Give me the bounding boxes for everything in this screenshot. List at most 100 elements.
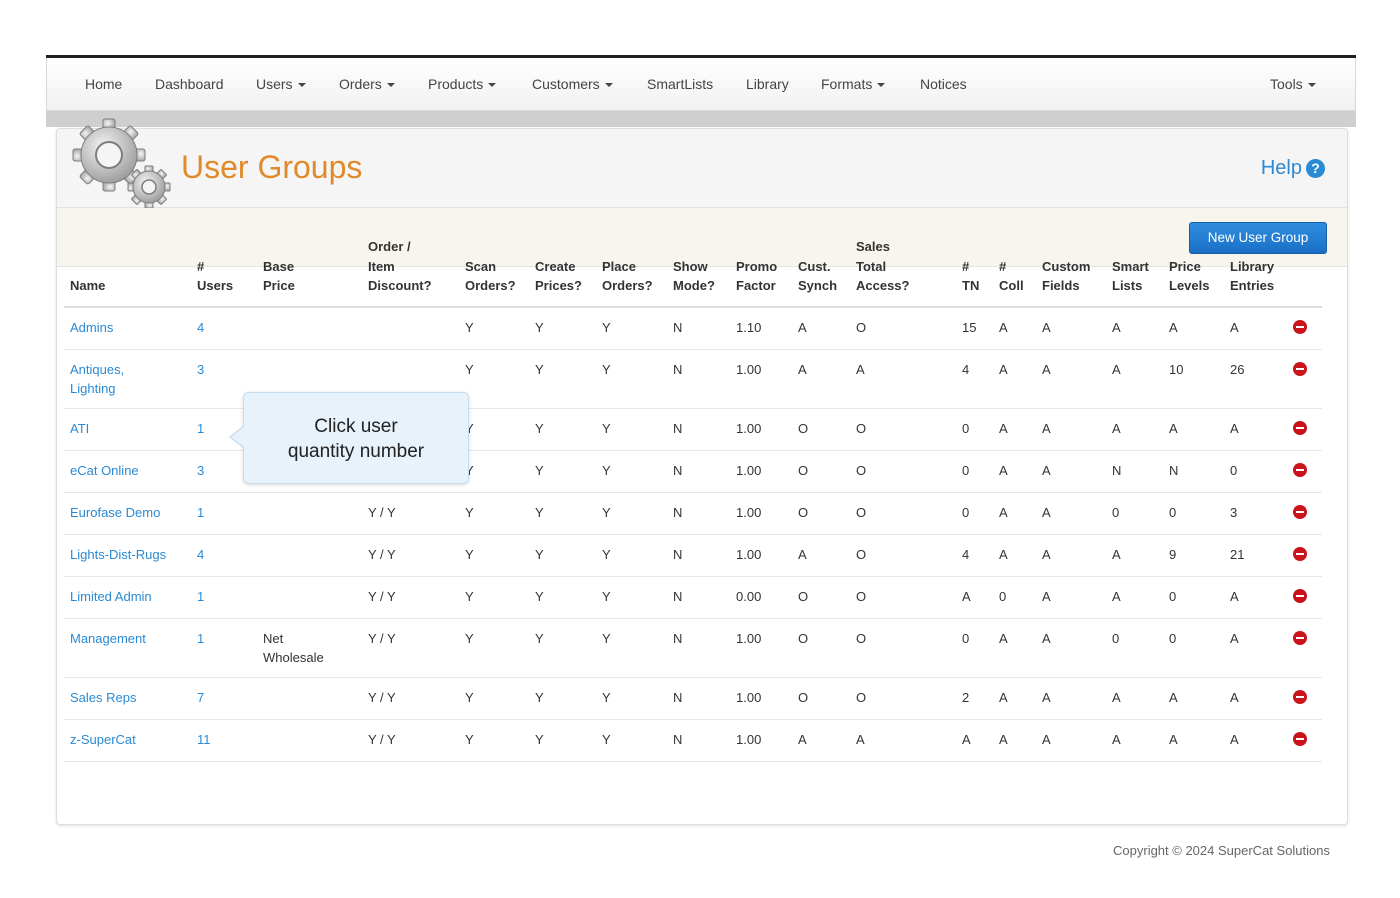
- cell-delete: [1287, 618, 1322, 678]
- nav-users-label: Users: [256, 76, 293, 92]
- cell-tn: 0: [956, 618, 993, 678]
- cell-users: 4: [191, 306, 257, 350]
- cell-scan: Y: [459, 349, 529, 409]
- cell-delete: [1287, 408, 1322, 451]
- table-row: Eurofase Demo 1 Y / Y Y Y Y N 1.00 O O 0 A A 0 0 3: [64, 492, 1322, 535]
- cell-custom: A: [1036, 306, 1106, 350]
- col-sales-line1: Sales: [856, 239, 890, 254]
- nav-tools-menu[interactable]: Tools: [1270, 76, 1316, 92]
- user-count-link[interactable]: 7: [197, 690, 204, 705]
- cell-delete: [1287, 719, 1322, 762]
- cell-cust: A: [792, 306, 850, 350]
- nav-formats-label: Formats: [821, 76, 873, 92]
- nav-home[interactable]: Home: [85, 76, 122, 92]
- delete-icon[interactable]: [1293, 588, 1307, 603]
- nav-formats-menu[interactable]: Formats: [821, 76, 886, 92]
- cell-delete: [1287, 677, 1322, 720]
- user-count-link[interactable]: 1: [197, 631, 204, 646]
- nav-products-menu[interactable]: Products: [428, 76, 497, 92]
- cell-create: Y: [529, 719, 596, 762]
- cell-lib: A: [1224, 408, 1287, 451]
- col-create-line1: Create: [535, 258, 576, 274]
- cell-scan: Y: [459, 450, 529, 493]
- user-count-link[interactable]: 1: [197, 421, 204, 436]
- user-count-link[interactable]: 4: [197, 320, 204, 335]
- nav-library[interactable]: Library: [746, 76, 789, 92]
- cell-lib: A: [1224, 618, 1287, 678]
- group-name-link[interactable]: z-SuperCat: [70, 732, 136, 747]
- group-name-link[interactable]: eCat Online: [70, 463, 139, 478]
- group-name-link[interactable]: Limited Admin: [70, 589, 152, 604]
- cell-users: 4: [191, 534, 257, 577]
- group-name-link[interactable]: Admins: [70, 320, 113, 335]
- delete-icon[interactable]: [1293, 319, 1307, 334]
- col-smart-line2: Lists: [1112, 278, 1143, 293]
- col-base-line2: Price: [263, 278, 295, 293]
- user-count-link[interactable]: 3: [197, 463, 204, 478]
- cell-custom: A: [1036, 618, 1106, 678]
- group-name-link[interactable]: Management: [70, 631, 146, 646]
- cell-promo: 0.00: [730, 576, 792, 619]
- group-name-link[interactable]: Sales Reps: [70, 690, 136, 705]
- cell-tn: A: [956, 719, 993, 762]
- cell-show: N: [667, 534, 730, 577]
- nav-dashboard[interactable]: Dashboard: [155, 76, 224, 92]
- col-scan-orders: Scan Orders?: [459, 237, 529, 308]
- col-create-prices: Create Prices?: [529, 237, 596, 308]
- cell-cust: O: [792, 408, 850, 451]
- caret-down-icon: [297, 83, 306, 88]
- col-name: Name: [64, 237, 191, 308]
- col-smart-line1: Smart: [1112, 258, 1149, 274]
- cell-custom: A: [1036, 492, 1106, 535]
- delete-icon[interactable]: [1293, 420, 1307, 435]
- user-count-link[interactable]: 1: [197, 589, 204, 604]
- group-name-link[interactable]: Lights-Dist-Rugs: [70, 547, 166, 562]
- cell-promo: 1.00: [730, 677, 792, 720]
- col-discount: Order / Item Discount?: [362, 237, 459, 308]
- cell-scan: Y: [459, 719, 529, 762]
- cell-base-price: [257, 534, 362, 577]
- delete-icon[interactable]: [1293, 546, 1307, 561]
- cell-tn: 0: [956, 450, 993, 493]
- help-link[interactable]: Help?: [1261, 157, 1325, 180]
- col-users: # Users: [191, 237, 257, 308]
- group-name-line1: Admins: [70, 319, 114, 335]
- cell-sales: O: [850, 408, 956, 451]
- group-name-link[interactable]: Eurofase Demo: [70, 505, 160, 520]
- cell-coll: A: [993, 349, 1036, 409]
- cell-show: N: [667, 306, 730, 350]
- col-show-mode: Show Mode?: [667, 237, 730, 308]
- user-count-link[interactable]: 4: [197, 547, 204, 562]
- delete-icon[interactable]: [1293, 630, 1307, 645]
- nav-smartlists[interactable]: SmartLists: [647, 76, 713, 92]
- cell-show: N: [667, 677, 730, 720]
- user-count-link[interactable]: 11: [197, 732, 211, 747]
- nav-products-label: Products: [428, 76, 484, 92]
- nav-customers-menu[interactable]: Customers: [532, 76, 613, 92]
- delete-icon[interactable]: [1293, 504, 1307, 519]
- cell-custom: A: [1036, 450, 1106, 493]
- cell-scan: Y: [459, 576, 529, 619]
- callout-tail: [231, 427, 244, 447]
- col-base-line1: Base: [263, 258, 295, 274]
- col-coll-line2: Coll: [999, 278, 1024, 293]
- group-name-link[interactable]: Antiques, Lighting: [70, 362, 124, 396]
- user-count-link[interactable]: 3: [197, 362, 204, 377]
- cell-scan: Y: [459, 492, 529, 535]
- cell-disc: Y / Y: [362, 534, 459, 577]
- delete-icon[interactable]: [1293, 731, 1307, 746]
- cell-cust: O: [792, 450, 850, 493]
- cell-place: Y: [596, 576, 667, 619]
- cell-lib: 3: [1224, 492, 1287, 535]
- user-count-link[interactable]: 1: [197, 505, 204, 520]
- cell-place: Y: [596, 492, 667, 535]
- table-header-row: Name # Users Base Price Order / Item Discoun…: [64, 237, 1322, 308]
- delete-icon[interactable]: [1293, 689, 1307, 704]
- delete-icon[interactable]: [1293, 361, 1307, 376]
- group-name-line1: z-SuperCat: [70, 731, 136, 747]
- group-name-link[interactable]: ATI: [70, 421, 89, 436]
- nav-users-menu[interactable]: Users: [256, 76, 306, 92]
- delete-icon[interactable]: [1293, 462, 1307, 477]
- nav-orders-menu[interactable]: Orders: [339, 76, 395, 92]
- nav-notices[interactable]: Notices: [920, 76, 967, 92]
